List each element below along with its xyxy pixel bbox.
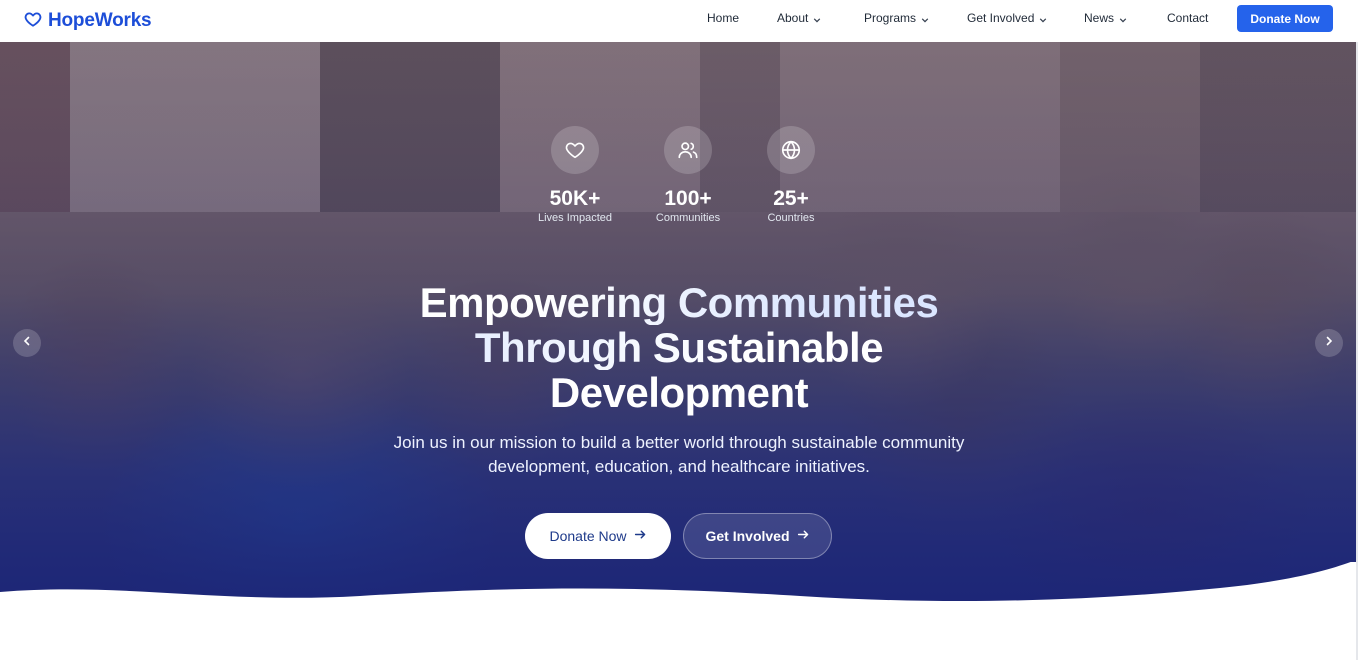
heart-icon bbox=[551, 126, 599, 174]
carousel-prev-button[interactable] bbox=[13, 329, 41, 357]
globe-icon bbox=[767, 126, 815, 174]
nav-contact[interactable]: Contact bbox=[1167, 11, 1208, 25]
headline-line-2: Through Sustainable bbox=[330, 325, 1028, 370]
stat-countries: 25+ Countries bbox=[731, 126, 851, 224]
donate-now-nav-button[interactable]: Donate Now bbox=[1237, 5, 1333, 32]
chevron-right-icon bbox=[1323, 334, 1335, 352]
users-icon bbox=[664, 126, 712, 174]
nav-about[interactable]: About bbox=[777, 11, 821, 25]
stat-label: Lives Impacted bbox=[538, 212, 612, 224]
chevron-down-icon bbox=[1119, 13, 1127, 23]
top-navbar: HopeWorks Home About Programs Get Involv… bbox=[0, 0, 1358, 42]
stat-value: 100+ bbox=[664, 187, 712, 210]
nav-get-involved[interactable]: Get Involved bbox=[967, 11, 1047, 25]
hero-carousel: 50K+ Lives Impacted 100+ Communities 25+… bbox=[0, 42, 1356, 602]
stat-label: Countries bbox=[767, 212, 815, 224]
chevron-left-icon bbox=[21, 334, 33, 352]
stat-communities: 100+ Communities bbox=[628, 126, 748, 224]
nav-home[interactable]: Home bbox=[707, 11, 739, 25]
hero-headline: Empowering Communities Through Sustainab… bbox=[330, 280, 1028, 415]
chevron-down-icon bbox=[1039, 13, 1047, 23]
arrow-right-icon bbox=[634, 528, 647, 544]
stat-value: 25+ bbox=[773, 187, 809, 210]
chevron-down-icon bbox=[813, 13, 821, 23]
carousel-next-button[interactable] bbox=[1315, 329, 1343, 357]
stat-label: Communities bbox=[655, 212, 721, 224]
stat-lives-impacted: 50K+ Lives Impacted bbox=[515, 126, 635, 224]
donate-now-button[interactable]: Donate Now bbox=[525, 513, 671, 559]
chevron-down-icon bbox=[921, 13, 929, 23]
headline-line-1: Empowering Communities bbox=[330, 280, 1028, 325]
nav-news[interactable]: News bbox=[1084, 11, 1127, 25]
arrow-right-icon bbox=[797, 528, 810, 544]
hero-subtitle: Join us in our mission to build a better… bbox=[393, 433, 965, 476]
nav-programs[interactable]: Programs bbox=[864, 11, 929, 25]
headline-line-3: Development bbox=[549, 369, 809, 416]
get-involved-button[interactable]: Get Involved bbox=[683, 513, 832, 559]
stat-value: 50K+ bbox=[549, 187, 601, 210]
hero-wave-divider bbox=[0, 562, 1356, 602]
